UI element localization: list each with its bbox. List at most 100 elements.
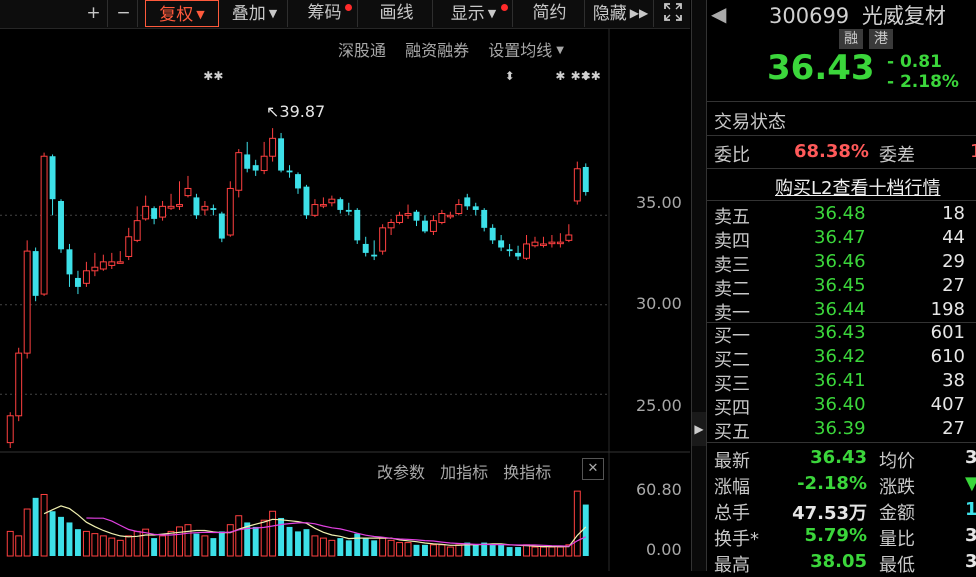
volume-bar [539,546,547,557]
candle-body [218,213,225,239]
diejia-button[interactable]: 叠加 ▼ [222,0,288,27]
volume-bar [413,544,420,556]
yincang-button[interactable]: 隐藏 ▶▶ [588,0,654,27]
price-tick-label: 30.00 [636,294,682,313]
stat-row: 最新 36.43 均价 3 [707,447,976,472]
price-tick-label: 25.00 [636,396,682,415]
event-marker-icon[interactable]: ⬍ [505,69,515,83]
bid-row[interactable]: 买一 36.43 601 [707,322,976,347]
candle-body [40,155,48,295]
volume-bar [345,540,352,556]
close-icon[interactable]: ✕ [582,458,604,480]
ask-level-label: 卖五 [714,207,750,228]
jiazhibiao-link[interactable]: 加指标 [440,463,488,482]
volume-bar [438,544,446,557]
candle-body [278,138,285,171]
ask-price: 36.44 [814,299,866,320]
volume-bar [556,546,564,557]
candle-body [125,236,133,257]
stock-name: 光威复材 [861,4,946,28]
candle-body [556,241,564,245]
ask-row[interactable]: 卖二 36.45 27 [707,275,976,300]
xianshi-button[interactable]: 显示 ▼ [435,0,513,27]
bid-price: 36.41 [814,370,866,391]
ask-row[interactable]: 卖三 36.46 29 [707,251,976,276]
last-price: 36.43 [767,48,875,88]
bid-level-label: 买一 [714,326,750,347]
volume-bar [515,547,522,556]
zoom-out-button[interactable]: − [110,0,138,27]
volume-bar [371,540,378,556]
yincang-label: 隐藏 [592,4,627,24]
stat-label: 量比 [879,529,915,550]
volume-bar [362,538,369,556]
gaicanshu-link[interactable]: 改参数 [377,463,425,482]
candle-body [167,205,175,209]
fuquan-button[interactable]: 复权 ▼ [145,0,219,27]
ask-row[interactable]: 卖四 36.47 44 [707,227,976,252]
volume-bar [218,531,225,556]
candle-body [23,250,31,354]
panel-collapse-handle[interactable]: ▶ [691,0,707,571]
event-marker-icon[interactable]: ✱✱ [203,69,223,83]
candle-body [244,154,251,169]
chevron-left-icon[interactable]: ◀ [711,2,726,26]
fullscreen-button[interactable] [657,0,689,27]
huanzhibiao-link[interactable]: 换指标 [503,463,551,482]
ask-volume: 44 [942,227,965,248]
candle-body [446,214,454,218]
stat-row: 最高 38.05 最低 3 [707,551,976,576]
candle-body [15,352,23,417]
huaxian-button[interactable]: 画线 [361,0,433,27]
stat-value: 38.05 [810,551,867,572]
stat-label: 最新 [714,451,750,472]
volume-bar [429,544,437,557]
event-marker-icon[interactable]: ✱ [555,69,565,83]
bid-row[interactable]: 买四 36.40 407 [707,394,976,419]
chart-toolbar: + − 复权 ▼ 叠加 ▼ 筹码 画线 显示 ▼ 简约 隐藏 ▶▶ [0,0,690,29]
volume-bar [506,547,513,556]
candlestick-chart[interactable]: ✱✱ ⬍ ✱ ⬍✱✱✱ [0,28,690,571]
chouma-button[interactable]: 筹码 [292,0,358,27]
volume-bar [472,544,479,556]
bid-volume: 610 [930,346,965,367]
volume-bar [176,526,183,557]
volume-bar [116,539,124,557]
candle-body [539,243,547,246]
volume-bar [523,544,530,557]
fuquan-label: 复权 [159,5,194,25]
candle-body [413,211,420,221]
stock-header: 300699 光威复材 [769,0,946,30]
volume-bar [269,510,277,557]
bid-row[interactable]: 买三 36.41 38 [707,370,976,395]
l2-purchase-link[interactable]: 购买L2查看十档行情 [775,174,940,200]
hk-connect-badge: 港 [869,29,893,49]
candle-body [252,165,259,171]
bid-row[interactable]: 买二 36.42 610 [707,346,976,371]
stat-row: 涨幅 -2.18% 涨跌 ▼ [707,473,976,498]
candle-body [455,204,463,215]
bid-level-label: 买三 [714,374,750,395]
volume-bar [49,511,56,556]
volume-bar [23,508,31,557]
kline-chart-area[interactable]: 深股通 融资融券 设置均线 ▼ ✱✱ ⬍ ✱ ⬍ ✱✱✱ ↖39.87 35.00 30.… [0,28,690,571]
bid-level-label: 买二 [714,350,750,371]
ask-row[interactable]: 卖五 36.48 18 [707,203,976,228]
jianyue-button[interactable]: 简约 [515,0,585,27]
stock-code: 300699 [769,4,850,28]
chevron-right-icon[interactable]: ▶ [692,412,706,446]
candle-body [116,261,124,264]
volume-bar [40,493,48,557]
candle-body [226,187,234,236]
bid-row[interactable]: 买五 36.39 27 [707,418,976,443]
zoom-in-button[interactable]: + [80,0,108,27]
weicha-label: 委差 [879,145,915,166]
event-marker-icon[interactable]: ✱✱✱ [571,69,601,83]
ask-level-label: 卖四 [714,231,750,252]
volume-bar [295,531,301,556]
candle-body [404,213,412,216]
candle-body [91,266,99,272]
ask-row[interactable]: 卖一 36.44 198 [707,299,976,324]
volume-panel-header: 改参数 加指标 换指标 [377,459,551,483]
stat-row: 换手* 5.79% 量比 3 [707,525,976,550]
